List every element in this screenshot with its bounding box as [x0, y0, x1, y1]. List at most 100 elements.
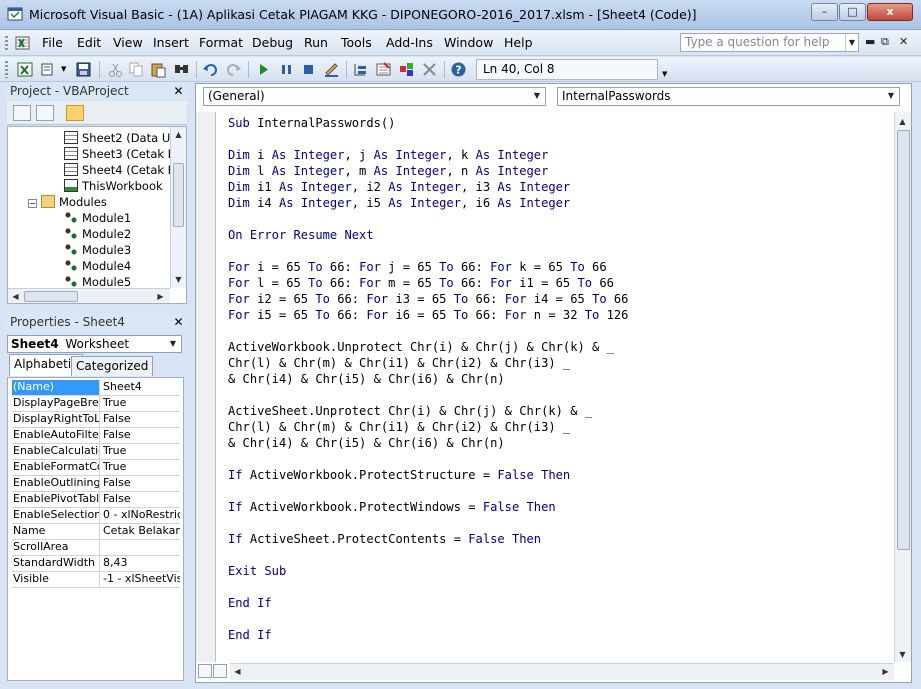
code-line[interactable]: Exit Sub	[228, 564, 286, 580]
reset-icon[interactable]	[300, 61, 317, 78]
tree-item-thisworkbook[interactable]: ThisWorkbook	[64, 179, 163, 195]
undo-icon[interactable]	[202, 61, 219, 78]
code-line[interactable]: For i2 = 65 To 66: For i3 = 65 To 66: Fo…	[228, 292, 628, 308]
object-combo[interactable]: (General)	[203, 87, 546, 106]
procedure-combo[interactable]: InternalPasswords	[557, 87, 900, 106]
project-tree-vscrollbar[interactable]: ▲ ▼	[170, 127, 186, 288]
property-row[interactable]: DisplayRightToLefFalse	[12, 412, 180, 428]
menu-window[interactable]: Window	[444, 35, 493, 50]
property-row[interactable]: ScrollArea	[12, 540, 180, 556]
minimize-button[interactable]: –	[811, 3, 838, 21]
toolbox-icon[interactable]	[421, 61, 438, 78]
code-line[interactable]: Dim i4 As Integer, i5 As Integer, i6 As …	[228, 196, 570, 212]
property-row[interactable]: NameCetak Belakang	[12, 524, 180, 540]
maximize-button[interactable]: □	[839, 3, 866, 21]
scroll-thumb[interactable]	[897, 130, 910, 550]
full-module-view-icon[interactable]	[213, 664, 227, 678]
property-value[interactable]: True	[101, 460, 180, 475]
mdi-close-icon[interactable]: ✕	[899, 35, 908, 48]
scroll-right-icon[interactable]: ▶	[153, 289, 168, 303]
help-search-input[interactable]: Type a question for help	[680, 33, 859, 52]
menu-debug[interactable]: Debug	[252, 35, 293, 50]
menu-tools[interactable]: Tools	[341, 35, 372, 50]
code-line[interactable]: For i5 = 65 To 66: For i6 = 65 To 66: Fo…	[228, 308, 628, 324]
code-line[interactable]: ActiveSheet.Unprotect Chr(i) & Chr(j) & …	[228, 404, 592, 420]
code-line[interactable]: If ActiveWorkbook.ProtectWindows = False…	[228, 500, 556, 516]
property-row[interactable]: DisplayPageBreakTrue	[12, 396, 180, 412]
property-row[interactable]: EnableCalculationTrue	[12, 444, 180, 460]
code-line[interactable]: Chr(l) & Chr(m) & Chr(i1) & Chr(i2) & Ch…	[228, 420, 570, 436]
property-value[interactable]: True	[101, 444, 180, 459]
scroll-thumb[interactable]	[173, 163, 184, 227]
cut-icon[interactable]	[107, 61, 124, 78]
property-row[interactable]: EnableAutoFilter False	[12, 428, 180, 444]
scroll-up-icon[interactable]: ▲	[895, 114, 910, 129]
property-row[interactable]: StandardWidth 8,43	[12, 556, 180, 572]
insert-module-icon[interactable]	[40, 61, 57, 78]
code-line[interactable]: ActiveWorkbook.Unprotect Chr(i) & Chr(j)…	[228, 340, 614, 356]
property-row[interactable]: Visible-1 - xlSheetVisib	[12, 572, 180, 588]
property-row[interactable]: EnableFormatConTrue	[12, 460, 180, 476]
property-value[interactable]: True	[101, 396, 180, 411]
code-line[interactable]: Dim l As Integer, m As Integer, n As Int…	[228, 164, 548, 180]
code-line[interactable]: End If	[228, 628, 272, 644]
tree-item-module3[interactable]: Module3	[64, 243, 131, 259]
code-line[interactable]: If ActiveWorkbook.ProtectStructure = Fal…	[228, 468, 570, 484]
collapse-icon[interactable]: −	[28, 199, 37, 208]
property-value[interactable]: Sheet4	[101, 380, 180, 395]
mdi-restore-icon[interactable]: ⧉	[881, 35, 889, 49]
code-vscrollbar[interactable]: ▲ ▼	[894, 112, 911, 662]
code-hscrollbar[interactable]: ◀ ▶	[230, 663, 894, 680]
tree-item-module4[interactable]: Module4	[64, 259, 131, 275]
view-object-icon[interactable]	[36, 105, 54, 121]
menu-run[interactable]: Run	[304, 35, 328, 50]
close-button[interactable]: x	[867, 3, 913, 21]
property-row[interactable]: EnableOutlining False	[12, 476, 180, 492]
menubar-grip[interactable]	[5, 36, 8, 51]
code-line[interactable]: & Chr(i4) & Chr(i5) & Chr(i6) & Chr(n)	[228, 372, 505, 388]
toggle-folders-icon[interactable]	[66, 105, 84, 121]
code-line[interactable]: For l = 65 To 66: For m = 65 To 66: For …	[228, 276, 614, 292]
property-value[interactable]: False	[101, 492, 180, 507]
property-value[interactable]	[101, 540, 180, 555]
properties-icon[interactable]	[375, 61, 392, 78]
menu-add-ins[interactable]: Add-Ins	[386, 35, 433, 50]
scroll-down-icon[interactable]: ▼	[171, 272, 186, 287]
tab-categorized[interactable]: Categorized	[71, 356, 154, 376]
property-value[interactable]: Cetak Belakang	[101, 524, 180, 539]
code-line[interactable]: Chr(l) & Chr(m) & Chr(i1) & Chr(i2) & Ch…	[228, 356, 570, 372]
menu-edit[interactable]: Edit	[77, 35, 101, 50]
tree-item-sheet3[interactable]: Sheet3 (Cetak De	[64, 147, 184, 163]
property-value[interactable]: False	[101, 428, 180, 443]
property-value[interactable]: 0 - xlNoRestrictio	[101, 508, 180, 523]
find-icon[interactable]	[173, 61, 190, 78]
property-value[interactable]: False	[101, 412, 180, 427]
code-line[interactable]: On Error Resume Next	[228, 228, 374, 244]
object-browser-icon[interactable]	[398, 61, 415, 78]
view-code-icon[interactable]	[13, 105, 31, 121]
paste-icon[interactable]	[150, 61, 167, 78]
scroll-left-icon[interactable]: ◀	[230, 664, 245, 679]
toolbar-grip[interactable]	[5, 61, 8, 78]
property-value[interactable]: 8,43	[101, 556, 180, 571]
menu-insert[interactable]: Insert	[153, 35, 189, 50]
property-value[interactable]: False	[101, 476, 180, 491]
code-line[interactable]: Dim i1 As Integer, i2 As Integer, i3 As …	[228, 180, 570, 196]
scroll-left-icon[interactable]: ◀	[8, 289, 23, 303]
project-pane-close-icon[interactable]: ✕	[171, 84, 186, 99]
tree-item-module1[interactable]: Module1	[64, 211, 131, 227]
tree-item-sheet2[interactable]: Sheet2 (Data Uta	[64, 131, 182, 147]
code-line[interactable]: If ActiveSheet.ProtectContents = False T…	[228, 532, 541, 548]
code-line[interactable]: For i = 65 To 66: For j = 65 To 66: For …	[228, 260, 607, 276]
scroll-down-icon[interactable]: ▼	[895, 647, 910, 662]
mdi-minimize-icon[interactable]: ▬	[865, 35, 875, 48]
menu-file[interactable]: File	[42, 35, 63, 50]
insert-dropdown-icon[interactable]: ▼	[61, 65, 66, 73]
property-row[interactable]: EnablePivotTable False	[12, 492, 180, 508]
scroll-thumb[interactable]	[24, 291, 78, 302]
code-line[interactable]: Dim i As Integer, j As Integer, k As Int…	[228, 148, 548, 164]
design-mode-icon[interactable]	[323, 61, 340, 78]
property-row[interactable]: (Name) Sheet4	[12, 380, 180, 396]
run-icon[interactable]	[255, 61, 272, 78]
properties-pane-close-icon[interactable]: ✕	[171, 315, 186, 330]
